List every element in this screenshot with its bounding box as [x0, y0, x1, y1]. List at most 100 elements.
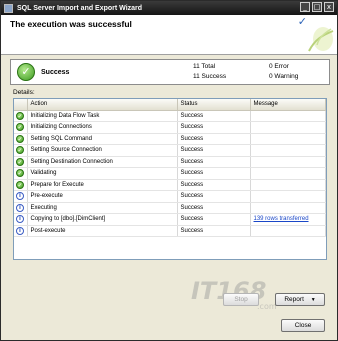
- success-icon: ✓: [16, 169, 24, 178]
- title-bar[interactable]: SQL Server Import and Export Wizard _ □ …: [1, 1, 337, 15]
- action-cell: Initializing Data Flow Task: [27, 110, 178, 122]
- action-cell: Executing: [27, 202, 178, 214]
- row-icon-cell: ✓: [14, 156, 28, 168]
- details-table: Action Status Message ✓ Initializing Data…: [14, 99, 326, 237]
- info-icon: i: [16, 215, 24, 224]
- status-cell: Success: [177, 190, 251, 203]
- table-row[interactable]: ✓ Setting SQL Command Success: [14, 133, 326, 145]
- stop-button[interactable]: Stop: [223, 293, 259, 306]
- column-header-action[interactable]: Action: [27, 99, 178, 111]
- table-row[interactable]: i Copying to [dbo].[DimClient] Success 139 …: [14, 213, 326, 226]
- app-icon: [4, 3, 13, 13]
- action-cell: Pre-execute: [27, 190, 178, 203]
- status-cell: Success: [177, 179, 251, 191]
- window-title: SQL Server Import and Export Wizard: [17, 4, 143, 12]
- details-grid: Action Status Message ✓ Initializing Data…: [13, 98, 327, 260]
- success-count: 11 Success: [193, 73, 227, 80]
- dropdown-arrow-icon: ▼: [310, 297, 316, 303]
- total-count: 11 Total: [193, 63, 216, 70]
- report-button-label: Report: [284, 296, 304, 303]
- action-cell: Setting SQL Command: [27, 133, 178, 145]
- success-icon: ✓: [17, 63, 35, 81]
- action-cell: Validating: [27, 167, 178, 180]
- status-cell: Success: [177, 144, 251, 157]
- row-icon-cell: ✓: [14, 121, 28, 134]
- table-header-row: Action Status Message: [14, 99, 326, 111]
- action-cell: Copying to [dbo].[DimClient]: [27, 213, 178, 226]
- report-button[interactable]: Report ▼: [275, 293, 325, 306]
- action-cell: Post-execute: [27, 225, 178, 237]
- message-cell: [250, 144, 326, 157]
- column-header-status[interactable]: Status: [177, 99, 251, 111]
- info-icon: i: [16, 192, 24, 201]
- minimize-button[interactable]: _: [300, 2, 310, 12]
- message-cell: [250, 190, 326, 203]
- message-cell: [250, 156, 326, 168]
- status-text: Success: [41, 69, 70, 76]
- message-cell: [250, 121, 326, 134]
- action-cell: Prepare for Execute: [27, 179, 178, 191]
- table-row[interactable]: ✓ Validating Success: [14, 167, 326, 180]
- warning-count: 0 Warning: [269, 73, 299, 80]
- row-icon-cell: ✓: [14, 144, 28, 157]
- error-count: 0 Error: [269, 63, 289, 70]
- status-cell: Success: [177, 133, 251, 145]
- message-cell: [250, 133, 326, 145]
- table-row[interactable]: ✓ Prepare for Execute Success: [14, 179, 326, 191]
- page-title: The execution was successful: [10, 19, 132, 29]
- window-controls: _ □ x: [300, 2, 334, 12]
- message-cell: [250, 179, 326, 191]
- status-cell: Success: [177, 167, 251, 180]
- message-cell: [250, 225, 326, 237]
- decorative-plant-icon: [308, 27, 334, 52]
- table-row[interactable]: i Pre-execute Success: [14, 190, 326, 203]
- wizard-header: The execution was successful ✓: [1, 15, 337, 55]
- message-cell: [250, 110, 326, 122]
- message-cell: [250, 167, 326, 180]
- message-link[interactable]: 139 rows transferred: [254, 216, 309, 222]
- table-row[interactable]: ✓ Initializing Connections Success: [14, 121, 326, 134]
- column-header-message[interactable]: Message: [250, 99, 326, 111]
- details-body: ✓ Initializing Data Flow Task Success ✓ Init…: [14, 110, 326, 237]
- row-icon-cell: ✓: [14, 133, 28, 145]
- row-icon-cell: ✓: [14, 167, 28, 180]
- status-cell: Success: [177, 202, 251, 214]
- column-header-icon[interactable]: [14, 99, 28, 111]
- details-label: Details:: [13, 89, 35, 96]
- table-row[interactable]: ✓ Setting Source Connection Success: [14, 144, 326, 157]
- action-cell: Initializing Connections: [27, 121, 178, 134]
- status-summary: ✓ Success 11 Total 11 Success 0 Error 0 …: [10, 59, 330, 85]
- close-button[interactable]: Close: [281, 319, 325, 332]
- table-row[interactable]: ✓ Setting Destination Connection Success: [14, 156, 326, 168]
- action-cell: Setting Destination Connection: [27, 156, 178, 168]
- status-cell: Success: [177, 121, 251, 134]
- message-cell: 139 rows transferred: [250, 213, 326, 226]
- row-icon-cell: i: [14, 225, 28, 237]
- row-icon-cell: ✓: [14, 179, 28, 191]
- action-cell: Setting Source Connection: [27, 144, 178, 157]
- success-icon: ✓: [16, 146, 24, 155]
- wizard-window: SQL Server Import and Export Wizard _ □ …: [0, 0, 338, 341]
- success-icon: ✓: [16, 180, 24, 189]
- maximize-button[interactable]: □: [312, 2, 322, 12]
- close-window-button[interactable]: x: [324, 2, 334, 12]
- table-row[interactable]: ✓ Initializing Data Flow Task Success: [14, 110, 326, 122]
- watermark-logo: IT168 .com: [191, 277, 277, 311]
- info-icon: i: [16, 203, 24, 212]
- success-icon: ✓: [16, 111, 24, 120]
- info-icon: i: [16, 226, 24, 235]
- row-icon-cell: ✓: [14, 110, 28, 122]
- row-icon-cell: i: [14, 202, 28, 214]
- status-cell: Success: [177, 225, 251, 237]
- status-cell: Success: [177, 213, 251, 226]
- success-icon: ✓: [16, 157, 24, 166]
- status-cell: Success: [177, 110, 251, 122]
- message-cell: [250, 202, 326, 214]
- success-icon: ✓: [16, 123, 24, 132]
- row-icon-cell: i: [14, 213, 28, 226]
- row-icon-cell: i: [14, 190, 28, 203]
- svg-text:.com: .com: [257, 302, 277, 311]
- table-row[interactable]: i Post-execute Success: [14, 225, 326, 237]
- table-row[interactable]: i Executing Success: [14, 202, 326, 214]
- success-icon: ✓: [16, 134, 24, 143]
